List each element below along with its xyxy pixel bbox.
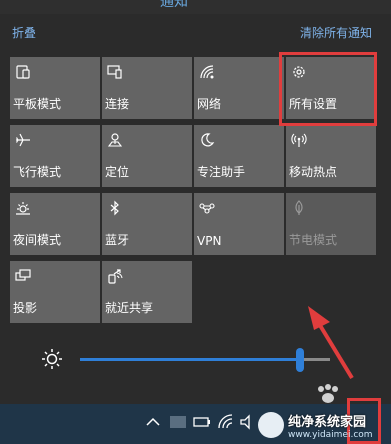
tile-mobile-hotspot[interactable]: 移动热点 — [286, 125, 376, 187]
tile-label: 平板模式 — [13, 97, 62, 111]
tile-label: 专注助手 — [197, 165, 246, 179]
tile-night-light[interactable]: 夜间模式 — [10, 193, 100, 255]
tile-network[interactable]: 网络 — [194, 57, 284, 119]
tile-project[interactable]: 投影 — [10, 261, 100, 323]
tile-label: 飞行模式 — [13, 165, 62, 179]
action-center-title-strip: 通知 — [0, 0, 391, 14]
tile-vpn[interactable]: VPN — [194, 193, 284, 255]
tile-label: 定位 — [105, 165, 130, 179]
tile-connect[interactable]: 连接 — [102, 57, 192, 119]
wifi-icon[interactable] — [216, 412, 236, 432]
tablet-mode-icon — [16, 65, 30, 79]
watermark-url: www.yidaimei.com — [288, 430, 373, 440]
tile-label: 投影 — [13, 301, 38, 315]
app-tray-icon[interactable] — [168, 412, 188, 432]
airplane-icon — [15, 133, 30, 147]
tile-label: 连接 — [105, 97, 130, 111]
battery-icon[interactable] — [192, 412, 212, 432]
bluetooth-icon — [110, 200, 119, 216]
tile-label: 移动热点 — [289, 165, 338, 179]
tile-tablet-mode[interactable]: 平板模式 — [10, 57, 100, 119]
tile-airplane-mode[interactable]: 飞行模式 — [10, 125, 100, 187]
tile-bluetooth[interactable]: 蓝牙 — [102, 193, 192, 255]
tile-label: VPN — [197, 234, 222, 248]
nearby-share-icon — [108, 269, 123, 284]
site-watermark: 纯净系统家园 www.yidaimei.com — [258, 408, 391, 444]
tile-label: 蓝牙 — [105, 233, 130, 247]
vpn-icon — [199, 203, 215, 214]
tile-label: 夜间模式 — [13, 233, 62, 247]
tile-all-settings[interactable]: 所有设置 — [286, 57, 376, 119]
clear-all-notifications-button[interactable]: 清除所有通知 — [300, 24, 372, 41]
battery-saver-icon — [295, 200, 303, 215]
tile-label: 节电模式 — [289, 233, 338, 247]
moon-icon — [201, 133, 215, 147]
brightness-icon — [42, 349, 62, 369]
volume-icon[interactable] — [238, 412, 258, 432]
watermark-title: 纯净系统家园 — [288, 415, 367, 430]
brightness-slider-fill — [80, 358, 300, 361]
tile-location[interactable]: 定位 — [102, 125, 192, 187]
project-icon — [15, 269, 31, 281]
paw-watermark-icon — [318, 384, 338, 403]
tile-label: 网络 — [197, 97, 222, 111]
tile-nearby-share[interactable]: 就近共享 — [102, 261, 192, 323]
tile-label: 就近共享 — [105, 301, 154, 315]
chevron-up-icon[interactable] — [143, 412, 163, 432]
tile-battery-saver[interactable]: 节电模式 — [286, 193, 376, 255]
night-light-icon — [16, 202, 30, 215]
network-icon — [200, 65, 214, 79]
hotspot-icon — [291, 133, 307, 147]
action-center-title: 通知 — [160, 0, 188, 10]
annotation-arrow-icon — [308, 306, 354, 380]
location-icon — [107, 133, 123, 147]
connect-icon — [107, 65, 122, 79]
gear-icon — [293, 66, 305, 78]
tile-label: 所有设置 — [289, 97, 338, 111]
tile-focus-assist[interactable]: 专注助手 — [194, 125, 284, 187]
watermark-logo-icon — [258, 412, 284, 438]
brightness-slider[interactable] — [80, 358, 330, 361]
collapse-button[interactable]: 折叠 — [12, 24, 36, 41]
